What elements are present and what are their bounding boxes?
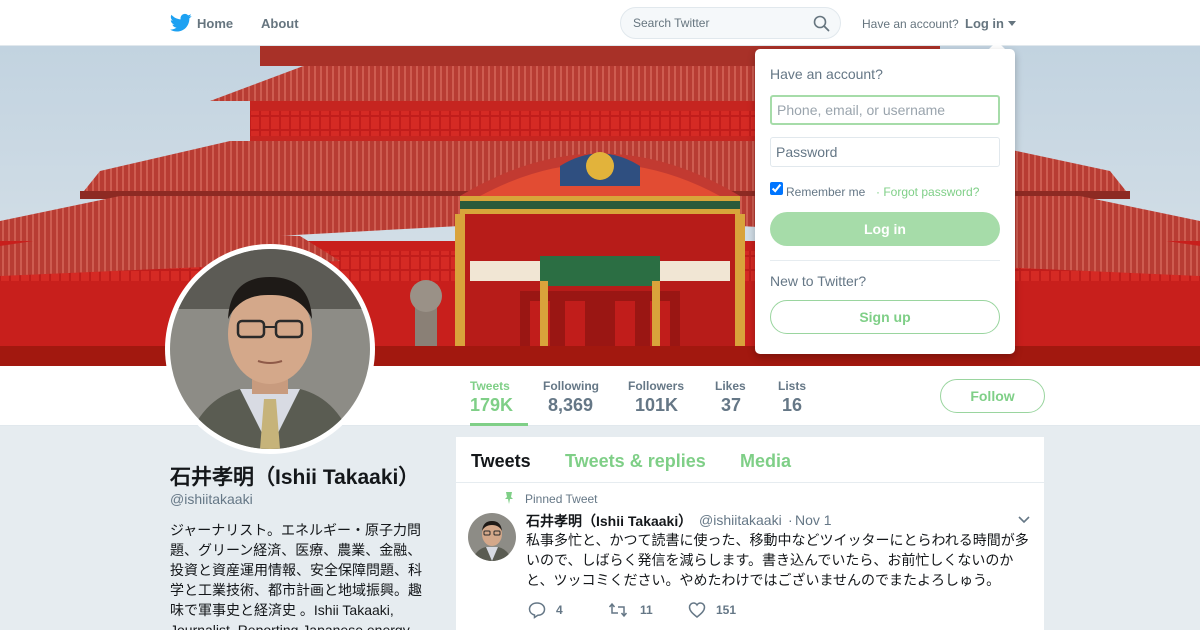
retweet-icon xyxy=(608,602,628,618)
login-menu-toggle[interactable]: Log in xyxy=(965,16,1004,31)
tweet-text: 私事多忙と、かつて読書に使った、移動中などツイッターにとらわれる時間が多いので、… xyxy=(526,532,1029,588)
reply-action[interactable]: 4 xyxy=(528,601,588,619)
chevron-down-icon[interactable] xyxy=(1018,516,1030,524)
stat-value: 101K xyxy=(635,395,679,415)
forgot-password-link[interactable]: · Forgot password? xyxy=(876,185,979,199)
heart-icon xyxy=(688,602,706,618)
profile-name: 石井孝明（Ishii Takaaki） xyxy=(170,466,420,489)
caret-down-icon[interactable] xyxy=(1008,21,1016,26)
stat-label: Followers xyxy=(628,379,685,393)
stat-followers[interactable]: Followers 101K xyxy=(628,379,684,416)
pinned-tweet[interactable]: Pinned Tweet 石井孝明（Ishii Takaaki） @ishiit… xyxy=(456,483,1044,630)
new-to-twitter-label: New to Twitter? xyxy=(770,273,867,289)
retweet-action[interactable]: 11 xyxy=(608,601,668,619)
dropdown-title: Have an account? xyxy=(770,66,883,82)
top-navigation-bar: Home About Have an account? Log in xyxy=(0,0,1200,46)
login-button[interactable]: Log in xyxy=(770,212,1000,246)
profile-avatar[interactable] xyxy=(165,244,375,454)
tweet-author-handle[interactable]: @ishiitakaaki xyxy=(699,512,782,528)
profile-photo-image xyxy=(170,249,370,449)
tab-media[interactable]: Media xyxy=(740,451,791,472)
have-account-text: Have an account? xyxy=(862,17,959,31)
stat-value: 37 xyxy=(721,395,742,415)
tweet-author-name[interactable]: 石井孝明（Ishii Takaaki） xyxy=(526,511,692,531)
stat-likes[interactable]: Likes 37 xyxy=(715,379,746,416)
search-input[interactable] xyxy=(633,16,808,30)
password-input[interactable] xyxy=(770,137,1000,167)
stat-label: Lists xyxy=(778,379,807,393)
stat-following[interactable]: Following 8,369 xyxy=(543,379,599,416)
pinned-label: Pinned Tweet xyxy=(525,492,598,506)
stat-value: 16 xyxy=(782,395,803,415)
profile-handle[interactable]: @ishiitakaaki xyxy=(170,491,253,507)
signup-button[interactable]: Sign up xyxy=(770,300,1000,334)
tab-tweets[interactable]: Tweets xyxy=(471,451,531,472)
stat-label: Likes xyxy=(715,379,746,393)
search-icon[interactable] xyxy=(813,15,830,32)
dropdown-arrow xyxy=(989,41,1005,49)
reply-icon xyxy=(528,602,546,619)
like-action[interactable]: 151 xyxy=(688,601,758,619)
retweet-count: 11 xyxy=(640,603,653,617)
twitter-bird-icon[interactable] xyxy=(170,13,192,33)
login-dropdown: Have an account? Remember me · Forgot pa… xyxy=(755,49,1015,354)
tweet-separator: · xyxy=(788,512,793,528)
tweet-avatar[interactable] xyxy=(468,513,516,561)
stat-label: Following xyxy=(543,379,599,393)
follow-button[interactable]: Follow xyxy=(940,379,1045,413)
nav-home-link[interactable]: Home xyxy=(197,16,233,31)
search-box xyxy=(620,7,841,39)
pin-icon xyxy=(505,492,513,504)
stat-value: 8,369 xyxy=(548,395,594,415)
timeline-tabs: Tweets Tweets & replies Media xyxy=(456,437,1044,483)
tweet-date[interactable]: Nov 1 xyxy=(795,512,832,528)
tweet-avatar-image xyxy=(468,513,516,561)
stat-tweets[interactable]: Tweets 179K xyxy=(470,379,528,426)
profile-bio: ジャーナリスト。エネルギー・原子力問題、グリーン経済、医療、農業、金融、投資と資… xyxy=(170,522,422,630)
remember-me-label[interactable]: Remember me xyxy=(786,185,865,199)
stat-label: Tweets xyxy=(470,379,510,393)
nav-about-link[interactable]: About xyxy=(261,16,299,31)
remember-me-checkbox[interactable] xyxy=(770,182,783,195)
like-count: 151 xyxy=(716,603,737,617)
stat-value: 179K xyxy=(470,395,514,415)
username-input[interactable] xyxy=(770,95,1000,125)
dropdown-divider xyxy=(770,260,1000,261)
reply-count: 4 xyxy=(556,603,563,617)
tab-tweets-and-replies[interactable]: Tweets & replies xyxy=(565,451,706,472)
stat-lists[interactable]: Lists 16 xyxy=(778,379,806,416)
